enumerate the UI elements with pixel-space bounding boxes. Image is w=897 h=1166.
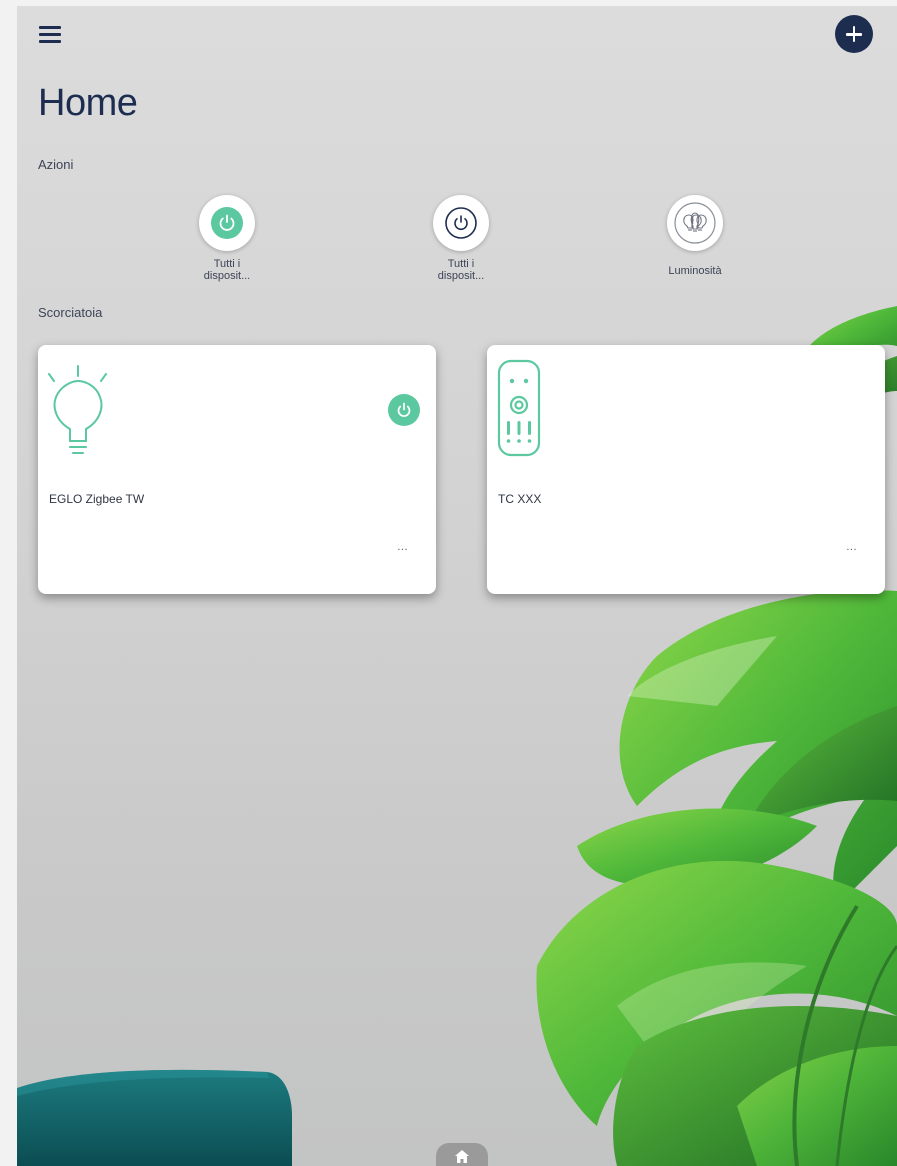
power-icon <box>397 402 411 417</box>
hamburger-menu-icon[interactable] <box>39 24 65 46</box>
action-circle <box>199 195 255 251</box>
light-bulbs-icon <box>674 202 716 244</box>
device-card-eglo[interactable]: EGLO Zigbee TW ... <box>38 345 436 594</box>
action-brightness[interactable]: Luminosità <box>635 195 755 277</box>
device-name: TC XXX <box>498 492 542 506</box>
page-title: Home <box>38 82 138 124</box>
more-options-button[interactable]: ... <box>397 541 408 553</box>
action-label-line1: Tutti i <box>213 258 241 270</box>
top-bar <box>17 6 897 66</box>
action-circle <box>433 195 489 251</box>
device-card-tc[interactable]: TC XXX ... <box>487 345 885 594</box>
device-name: EGLO Zigbee TW <box>49 492 145 506</box>
action-circle <box>667 195 723 251</box>
remote-control-icon <box>497 359 541 457</box>
action-label-line1: Luminosità <box>668 265 722 277</box>
app-screen: Home Azioni Tutti i disposit... Tutti i … <box>17 6 897 1166</box>
action-label: Tutti i disposit... <box>401 258 521 282</box>
power-icon <box>445 207 477 239</box>
more-options-button[interactable]: ... <box>846 541 857 553</box>
action-all-devices-off[interactable]: Tutti i disposit... <box>401 195 521 282</box>
section-label-shortcuts: Scorciatoia <box>38 305 103 320</box>
home-tab-button[interactable] <box>436 1143 488 1166</box>
action-label-line2: disposit... <box>437 270 485 282</box>
action-all-devices-on[interactable]: Tutti i disposit... <box>167 195 287 282</box>
action-label-line2: disposit... <box>203 270 251 282</box>
action-label-line1: Tutti i <box>447 258 475 270</box>
section-label-actions: Azioni <box>38 157 74 172</box>
home-icon <box>455 1150 469 1163</box>
action-label: Tutti i disposit... <box>167 258 287 282</box>
add-button[interactable] <box>835 15 873 53</box>
action-label: Luminosità <box>635 265 755 277</box>
light-bulb-icon <box>48 365 107 454</box>
power-icon <box>211 207 243 239</box>
power-toggle-button[interactable] <box>388 394 420 426</box>
